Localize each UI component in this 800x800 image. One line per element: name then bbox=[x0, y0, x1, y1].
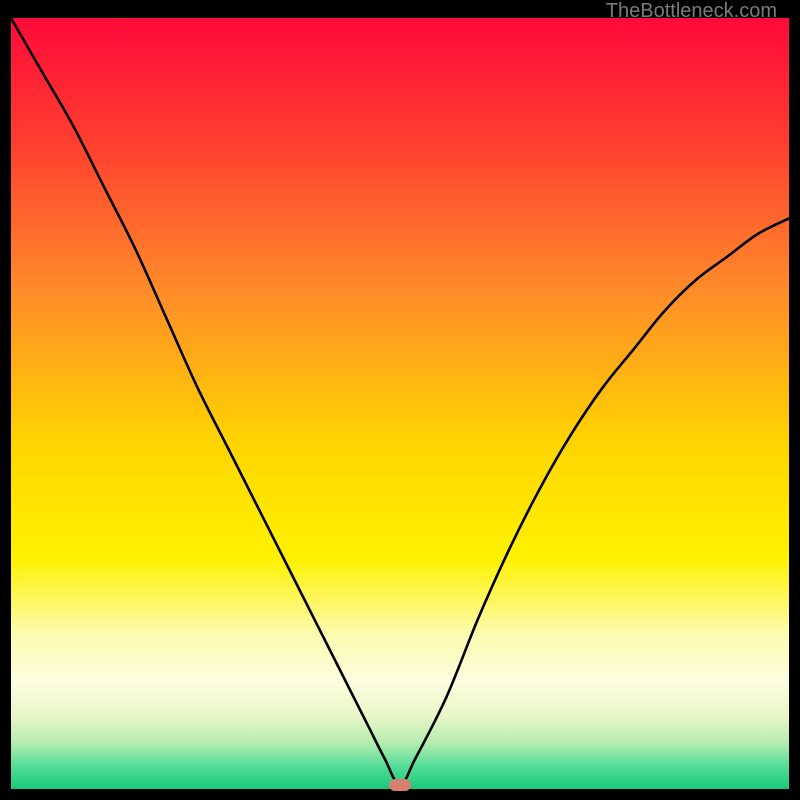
gradient-background bbox=[11, 18, 789, 789]
chart-frame: TheBottleneck.com bbox=[11, 0, 789, 789]
bottleneck-marker bbox=[389, 779, 411, 791]
plot-area bbox=[11, 18, 789, 789]
